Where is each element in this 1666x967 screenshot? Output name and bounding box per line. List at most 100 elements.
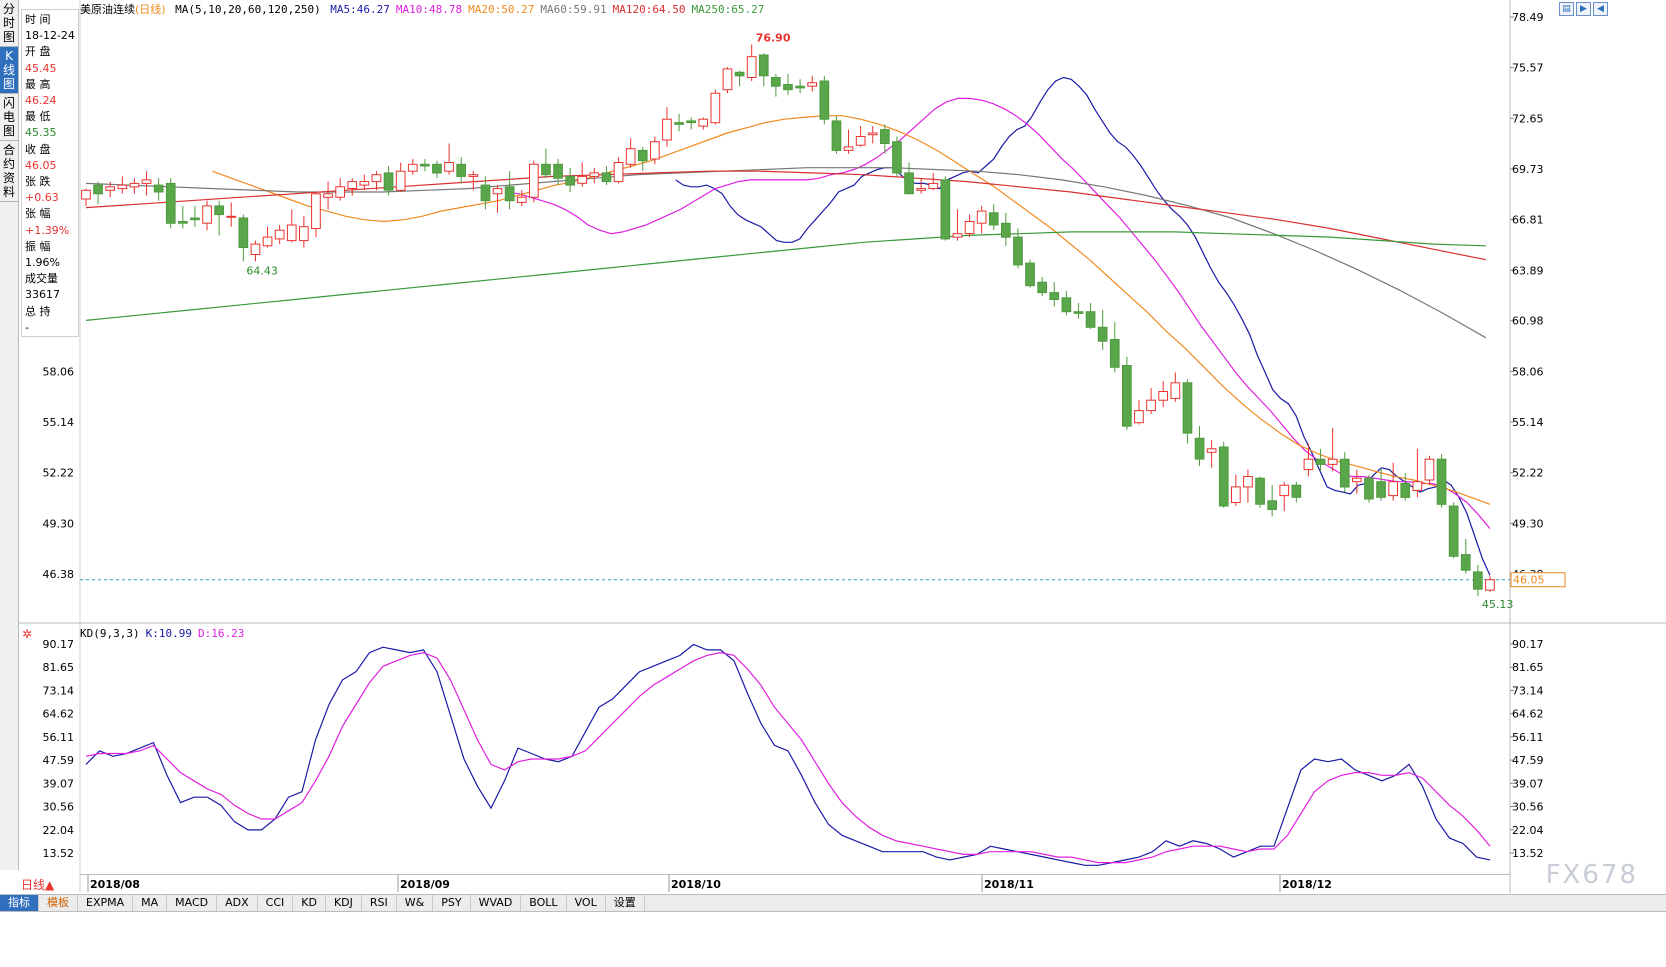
candle-body	[1085, 311, 1096, 328]
candle-body	[1339, 458, 1350, 488]
indicator-tab-6[interactable]: CCI	[258, 895, 294, 911]
candle-body	[1412, 481, 1423, 491]
candle-body	[746, 56, 757, 78]
candle-body	[178, 221, 188, 224]
candle-body	[819, 80, 830, 120]
candle-body	[541, 163, 551, 176]
candle-body	[165, 182, 176, 224]
indicator-tab-bar: 指标 模板 EXPMA MA MACD ADX CCI KD KDJ RSI W& PSY WVAD BO…	[0, 894, 1666, 912]
kd-tick-label-right: 30.56	[1512, 801, 1544, 814]
y-tick-label: 75.57	[1512, 62, 1544, 75]
indicator-tab-13[interactable]: BOLL	[521, 895, 567, 911]
candle-body	[420, 163, 430, 167]
candle-body	[202, 205, 212, 224]
candle-body	[1049, 292, 1060, 301]
indicator-tab-9[interactable]: RSI	[362, 895, 397, 911]
candle-body	[93, 184, 103, 195]
candle-body	[613, 162, 624, 183]
kd-tick-label-right: 73.14	[1512, 684, 1544, 697]
candle-body	[323, 193, 333, 198]
kd-tick-label-left: 13.52	[43, 847, 75, 860]
candle-body	[468, 174, 479, 177]
candle-body	[1352, 477, 1362, 483]
kd-tick-label-right: 64.62	[1512, 708, 1544, 721]
low-annotation-last: 45.13	[1482, 598, 1514, 611]
candle-body	[758, 54, 769, 77]
candle-body	[589, 172, 600, 177]
candle-body	[807, 82, 817, 87]
candle-body	[1194, 437, 1205, 460]
candle-body	[734, 71, 745, 77]
period-button[interactable]: 日线▲	[21, 876, 54, 893]
indicator-tab-15[interactable]: 设置	[606, 895, 645, 911]
candle-body	[492, 188, 503, 195]
candle-body	[81, 189, 91, 200]
y-tick-label-left: 55.14	[43, 416, 75, 429]
candle-body	[843, 146, 854, 151]
y-tick-label-left: 49.30	[43, 517, 75, 530]
candle-body	[1327, 458, 1338, 465]
kd-tick-label-right: 22.04	[1512, 824, 1544, 837]
last-price-label: 46.05	[1513, 574, 1545, 587]
kd-tick-label-right: 81.65	[1512, 661, 1544, 674]
kd-tick-label-left: 56.11	[43, 731, 75, 744]
candle-body	[105, 186, 116, 191]
y-tick-label: 72.65	[1512, 112, 1544, 125]
candle-body	[1460, 554, 1471, 571]
candle-body	[625, 148, 636, 165]
kd-tick-label-left: 64.62	[43, 708, 75, 721]
candle-body	[238, 217, 249, 248]
candle-body	[831, 120, 842, 151]
indicator-tab-7[interactable]: KD	[293, 895, 326, 911]
candle-body	[1170, 382, 1181, 399]
candle-body	[710, 92, 721, 124]
watermark-logo: FX678	[1545, 860, 1638, 890]
candle-body	[771, 77, 781, 87]
candle-body	[371, 174, 382, 183]
indicator-tab-1[interactable]: 模板	[39, 895, 78, 911]
candle-body	[1122, 365, 1132, 427]
candle-body	[335, 186, 345, 198]
indicator-tab-11[interactable]: PSY	[433, 895, 471, 911]
kd-tick-label-right: 90.17	[1512, 638, 1544, 651]
kd-tick-label-right: 13.52	[1512, 847, 1544, 860]
indicator-tab-2[interactable]: EXPMA	[78, 895, 134, 911]
kd-tick-label-left: 73.14	[43, 684, 75, 697]
indicator-tab-5[interactable]: ADX	[217, 895, 258, 911]
candle-body	[940, 179, 951, 240]
indicator-tab-0[interactable]: 指标	[0, 895, 39, 911]
indicator-tab-12[interactable]: WVAD	[471, 895, 522, 911]
candle-body	[262, 236, 273, 247]
kd-tick-label-right: 47.59	[1512, 754, 1544, 767]
candle-body	[650, 141, 660, 160]
candle-body	[988, 212, 999, 226]
indicator-tab-4[interactable]: MACD	[167, 895, 218, 911]
candle-body	[1448, 505, 1459, 557]
candle-body	[1291, 484, 1302, 498]
candle-body	[1013, 236, 1023, 266]
indicator-tab-14[interactable]: VOL	[567, 895, 606, 911]
candle-body	[456, 163, 466, 177]
candle-body	[553, 163, 563, 179]
candle-body	[299, 226, 309, 242]
candle-body	[1436, 458, 1447, 505]
candle-body	[867, 132, 878, 136]
y-tick-label: 69.73	[1512, 163, 1544, 176]
chart-canvas[interactable]: 78.49 75.57 72.65 69.73 66.81 63.89 60.98 58.06…	[0, 0, 1666, 967]
y-tick-label-left: 46.38	[43, 568, 75, 581]
indicator-tab-10[interactable]: W&	[397, 895, 434, 911]
ma-line-MA250	[85, 231, 1486, 321]
indicator-tab-3[interactable]: MA	[133, 895, 168, 911]
kd-tick-label-left: 90.17	[43, 638, 75, 651]
y-tick-label: 63.89	[1512, 264, 1544, 277]
candle-body	[311, 193, 321, 230]
candle-body	[577, 175, 588, 184]
candle-body	[674, 122, 684, 125]
candle-body	[1364, 477, 1374, 500]
kd-tick-label-left: 30.56	[43, 801, 75, 814]
indicator-tab-8[interactable]: KDJ	[326, 895, 362, 911]
candle-body	[1146, 399, 1156, 412]
kd-tick-label-left: 39.07	[43, 777, 75, 790]
candle-body	[1097, 326, 1108, 342]
candle-body	[274, 229, 285, 240]
